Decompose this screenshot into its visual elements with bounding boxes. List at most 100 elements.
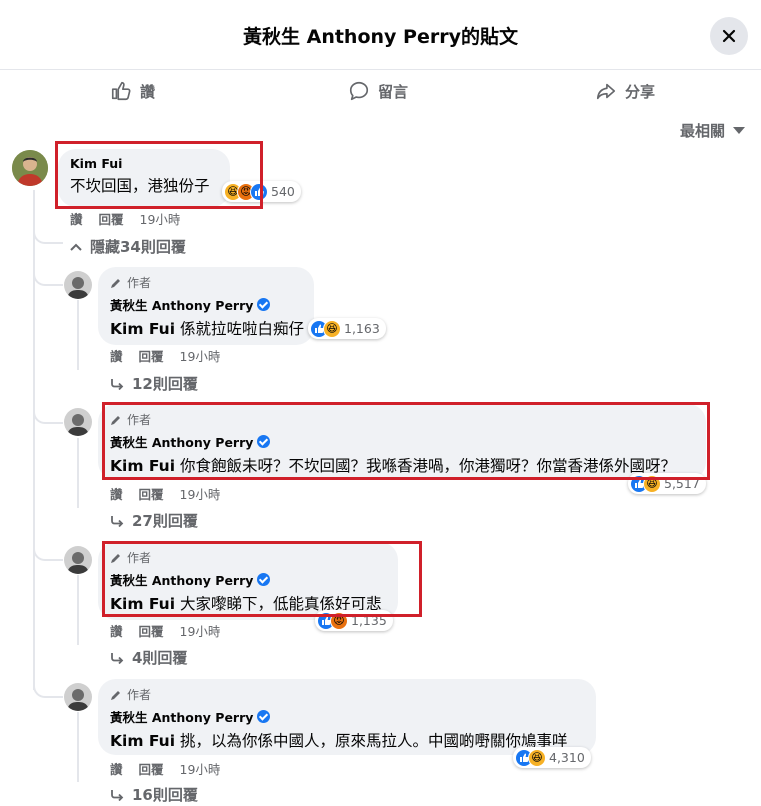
comment-like-link[interactable]: 讚 — [70, 209, 83, 228]
reply-timestamp[interactable]: 19小時 — [180, 759, 221, 778]
reply-meta: 讚 回覆 19小時 — [110, 759, 220, 778]
author-tag-label: 作者 — [127, 551, 152, 565]
share-icon — [596, 83, 616, 100]
reply-reply-link[interactable]: 回覆 — [139, 346, 164, 365]
mention-link[interactable]: Kim Fui — [110, 457, 175, 475]
reply-like-link[interactable]: 讚 — [110, 621, 123, 640]
reply-arrow-icon — [111, 378, 124, 390]
reply-like-link[interactable]: 讚 — [110, 484, 123, 503]
dialog-header: 黃秋生 Anthony Perry的貼文 — [0, 0, 761, 70]
hide-replies-label: 隱藏34則回覆 — [90, 238, 186, 256]
reply-reply-link[interactable]: 回覆 — [139, 621, 164, 640]
reply-reply-link[interactable]: 回覆 — [139, 484, 164, 503]
pencil-icon — [111, 278, 120, 288]
like-action-label: 讚 — [140, 82, 156, 101]
reply-author-row: 黃秋生 Anthony Perry — [110, 432, 694, 451]
comment-reply-link[interactable]: 回覆 — [99, 209, 124, 228]
reply-bubble: 作者 黃秋生 Anthony Perry Kim Fui 你食飽飯未呀？不坎回國… — [98, 404, 706, 480]
reaction-count: 5,517 — [664, 476, 700, 491]
reply-thread-line — [77, 712, 79, 782]
view-replies-link[interactable]: 12則回覆 — [110, 373, 198, 394]
pencil-icon — [111, 553, 120, 563]
view-replies-link[interactable]: 16則回覆 — [110, 784, 198, 805]
comment-meta: 讚 回覆 19小時 — [70, 209, 180, 228]
haha-reaction-icon: 😆 — [528, 748, 546, 767]
person-photo-icon — [64, 683, 92, 711]
thread-connector — [33, 226, 63, 244]
mention-link[interactable]: Kim Fui — [110, 732, 175, 750]
reply-author-row: 黃秋生 Anthony Perry — [110, 295, 302, 314]
mention-link[interactable]: Kim Fui — [110, 595, 175, 613]
like-action-button[interactable]: 讚 — [110, 80, 155, 102]
reaction-summary[interactable]: 😆 4,310 — [513, 747, 591, 768]
reply-bubble: 作者 黃秋生 Anthony Perry Kim Fui 係就拉咗啦白痴仔 — [98, 267, 314, 345]
reaction-summary[interactable]: 😆 1,163 — [308, 318, 386, 339]
reply-meta: 讚 回覆 19小時 — [110, 346, 220, 365]
verified-badge-icon — [257, 435, 271, 448]
comment-bubble: Kim Fui 不坎回国，港独份子 — [58, 149, 230, 207]
reply-arrow-icon — [111, 789, 124, 801]
haha-reaction-icon: 😆 — [323, 319, 341, 338]
reaction-count: 4,310 — [549, 750, 585, 765]
reply-text: 係就拉咗啦白痴仔 — [179, 320, 304, 338]
comment-action-button[interactable]: 留言 — [348, 80, 408, 102]
author-tag-label: 作者 — [127, 276, 152, 290]
share-action-button[interactable]: 分享 — [595, 80, 655, 102]
reaction-summary[interactable]: 😆 😡 540 — [222, 181, 301, 202]
reply-author-row: 黃秋生 Anthony Perry — [110, 707, 584, 726]
comment-text: 不坎回国，港独份子 — [70, 177, 210, 195]
author-avatar[interactable] — [64, 683, 92, 711]
author-tag: 作者 — [110, 686, 584, 703]
reply-like-link[interactable]: 讚 — [110, 346, 123, 365]
reply-timestamp[interactable]: 19小時 — [180, 484, 221, 503]
angry-reaction-icon: 😡 — [330, 611, 348, 630]
pencil-icon — [111, 690, 120, 700]
reply-timestamp[interactable]: 19小時 — [180, 346, 221, 365]
reply-author[interactable]: 黃秋生 Anthony Perry — [110, 573, 253, 588]
view-replies-link[interactable]: 27則回覆 — [110, 510, 198, 531]
sort-dropdown[interactable]: 最相關 — [680, 120, 745, 141]
comment-timestamp[interactable]: 19小時 — [140, 209, 181, 228]
reply-thread-line — [77, 575, 79, 645]
verified-badge-icon — [257, 710, 271, 723]
reply-like-link[interactable]: 讚 — [110, 759, 123, 778]
reply-text-row: Kim Fui 係就拉咗啦白痴仔 — [110, 317, 304, 339]
comment-action-label: 留言 — [378, 82, 409, 101]
close-button[interactable] — [710, 17, 748, 55]
reply-arrow-icon — [111, 652, 124, 664]
pencil-icon — [111, 415, 120, 425]
reaction-count: 1,135 — [351, 613, 387, 628]
view-replies-link[interactable]: 4則回覆 — [110, 647, 187, 668]
reply-bubble: 作者 黃秋生 Anthony Perry Kim Fui 大家嚟睇下，低能真係好… — [98, 542, 398, 620]
hide-replies-link[interactable]: 隱藏34則回覆 — [70, 236, 186, 257]
reaction-summary[interactable]: 😡 1,135 — [315, 610, 393, 631]
author-tag-label: 作者 — [127, 688, 152, 702]
view-replies-label: 16則回覆 — [132, 786, 198, 804]
reply-timestamp[interactable]: 19小時 — [180, 621, 221, 640]
author-avatar[interactable] — [64, 271, 92, 299]
reply-author[interactable]: 黃秋生 Anthony Perry — [110, 435, 253, 450]
reply-meta: 讚 回覆 19小時 — [110, 484, 220, 503]
reaction-summary[interactable]: 😆 5,517 — [628, 473, 706, 494]
person-photo-icon — [64, 271, 92, 299]
author-tag-label: 作者 — [127, 413, 152, 427]
thread-connector — [33, 674, 63, 698]
commenter-avatar[interactable] — [12, 150, 48, 186]
share-action-label: 分享 — [625, 82, 656, 101]
view-replies-label: 12則回覆 — [132, 375, 198, 393]
reply-reply-link[interactable]: 回覆 — [139, 759, 164, 778]
haha-reaction-icon: 😆 — [643, 474, 661, 493]
caret-down-icon — [733, 126, 745, 134]
comment-author[interactable]: Kim Fui — [70, 156, 218, 171]
reply-text: 挑，以為你係中國人，原來馬拉人。中國啲嘢關你鳩事咩 — [179, 732, 568, 750]
like-reaction-icon — [250, 182, 268, 201]
author-avatar[interactable] — [64, 546, 92, 574]
dialog-title: 黃秋生 Anthony Perry的貼文 — [243, 26, 518, 48]
reply-thread-line — [77, 300, 79, 370]
reply-author[interactable]: 黃秋生 Anthony Perry — [110, 298, 253, 313]
close-icon — [722, 29, 736, 43]
author-avatar[interactable] — [64, 408, 92, 436]
author-tag: 作者 — [110, 274, 302, 291]
reply-author[interactable]: 黃秋生 Anthony Perry — [110, 710, 253, 725]
mention-link[interactable]: Kim Fui — [110, 320, 175, 338]
